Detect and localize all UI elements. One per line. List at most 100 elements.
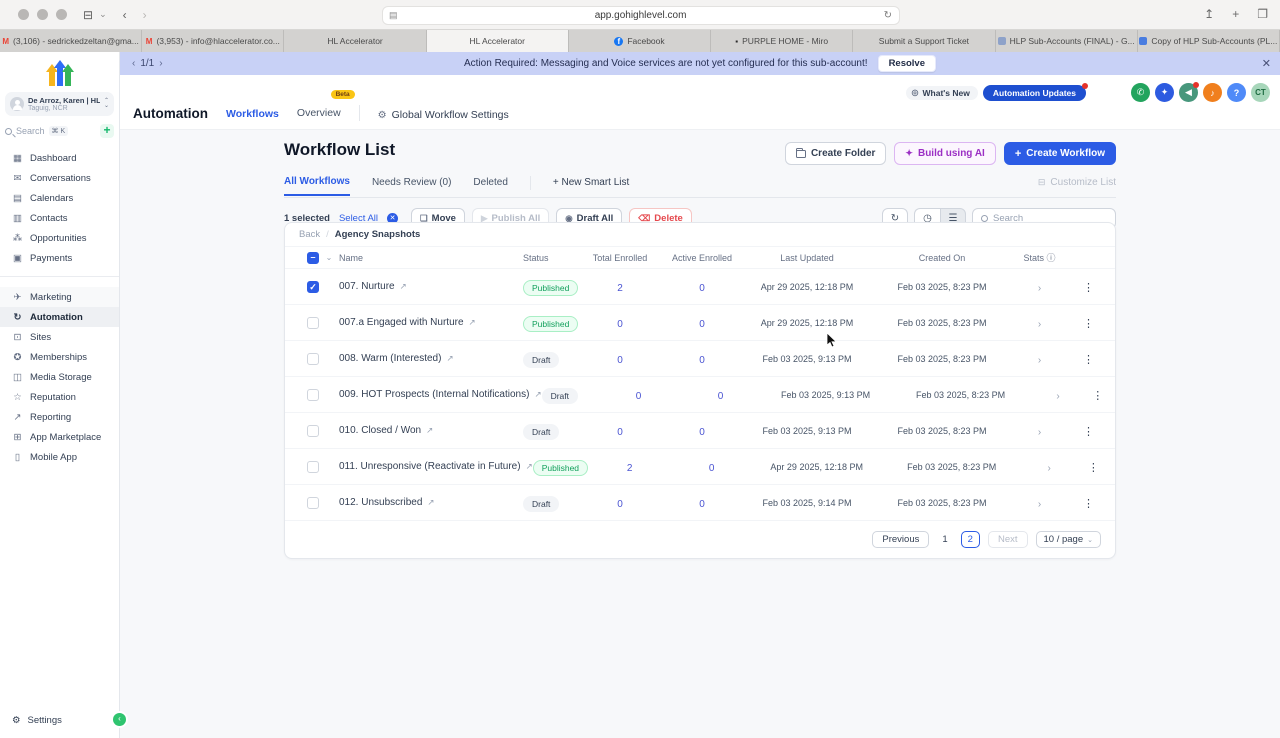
column-stats[interactable]: Stats ⓘ xyxy=(1017,251,1062,264)
stats-expand-icon[interactable]: › xyxy=(1038,427,1041,438)
column-active-enrolled[interactable]: Active Enrolled xyxy=(657,253,747,263)
row-menu-icon[interactable]: ⋮ xyxy=(1083,318,1094,330)
sidebar-item-reputation[interactable]: ☆ Reputation xyxy=(0,387,119,407)
page-size-select[interactable]: 10 / page ⌄ xyxy=(1035,531,1101,548)
stats-expand-icon[interactable]: › xyxy=(1038,319,1041,330)
sidebar-collapse-button[interactable]: ‹ xyxy=(113,713,126,726)
external-link-icon[interactable]: ↗ xyxy=(469,317,476,328)
active-enrolled-link[interactable]: 0 xyxy=(718,391,724,402)
row-checkbox[interactable]: ✓ xyxy=(307,280,319,293)
page-1-button[interactable]: 1 xyxy=(937,532,952,547)
total-enrolled-link[interactable]: 0 xyxy=(617,355,623,366)
column-status[interactable]: Status xyxy=(523,253,583,263)
browser-tab[interactable]: Copy of HLP Sub-Accounts (PL... xyxy=(1137,30,1280,52)
create-workflow-button[interactable]: + Create Workflow xyxy=(1003,142,1116,165)
stats-expand-icon[interactable]: › xyxy=(1038,283,1041,294)
notifications-button[interactable]: ♪ xyxy=(1203,83,1222,102)
back-icon[interactable]: ‹ xyxy=(123,8,127,22)
column-created-on[interactable]: Created On xyxy=(867,253,1017,263)
sidebar-item-conversations[interactable]: ✉ Conversations xyxy=(0,168,119,188)
table-row[interactable]: 010. Closed / Won ↗ Draft 0 0 Feb 03 2025… xyxy=(285,413,1115,449)
workflow-name[interactable]: 010. Closed / Won xyxy=(339,425,421,436)
external-link-icon[interactable]: ↗ xyxy=(400,281,407,292)
sidebar-item-automation[interactable]: ↻ Automation xyxy=(0,307,119,327)
workflow-name[interactable]: 008. Warm (Interested) xyxy=(339,353,441,364)
row-menu-icon[interactable]: ⋮ xyxy=(1083,498,1094,510)
row-checkbox[interactable] xyxy=(307,316,319,329)
table-row[interactable]: ✓ 007. Nurture ↗ Published 2 0 Apr 29 202… xyxy=(285,269,1115,305)
create-folder-button[interactable]: Create Folder xyxy=(784,142,887,165)
external-link-icon[interactable]: ↗ xyxy=(446,353,453,364)
help-button[interactable]: ? xyxy=(1227,83,1246,102)
page-2-button[interactable]: 2 xyxy=(960,531,980,548)
sidebar-item-calendars[interactable]: ▤ Calendars xyxy=(0,188,119,208)
new-tab-icon[interactable]: + xyxy=(1232,7,1239,21)
row-menu-icon[interactable]: ⋮ xyxy=(1088,462,1099,474)
row-checkbox[interactable] xyxy=(307,496,319,509)
refresh-icon[interactable]: ↻ xyxy=(884,10,892,21)
tab-overview-icon[interactable]: ❐ xyxy=(1257,7,1268,21)
shortcuts-button[interactable]: ✦ xyxy=(1155,83,1174,102)
browser-tab[interactable]: M (3,106) - sedrickedzeltan@gma... xyxy=(0,30,143,52)
row-checkbox[interactable] xyxy=(307,460,319,473)
sidebar-item-reporting[interactable]: ↗ Reporting xyxy=(0,407,119,427)
row-menu-icon[interactable]: ⋮ xyxy=(1083,282,1094,294)
chevron-down-icon[interactable]: ⌄ xyxy=(319,253,339,262)
external-link-icon[interactable]: ↗ xyxy=(534,389,541,400)
share-icon[interactable]: ↥ xyxy=(1204,7,1214,21)
sidebar-item-app-marketplace[interactable]: ⊞ App Marketplace xyxy=(0,427,119,447)
sidebar-search[interactable]: Search ⌘ K xyxy=(5,126,96,136)
browser-tab[interactable]: ▪ PURPLE HOME - Miro xyxy=(711,30,854,52)
previous-page-button[interactable]: Previous xyxy=(872,531,930,548)
window-controls[interactable] xyxy=(18,9,67,20)
forward-icon[interactable]: › xyxy=(143,8,147,22)
total-enrolled-link[interactable]: 0 xyxy=(617,499,623,510)
active-enrolled-link[interactable]: 0 xyxy=(699,283,705,294)
total-enrolled-link[interactable]: 2 xyxy=(627,463,633,474)
zoom-window-icon[interactable] xyxy=(56,9,67,20)
sidebar-item-opportunities[interactable]: ⁂ Opportunities xyxy=(0,228,119,248)
stats-expand-icon[interactable]: › xyxy=(1048,463,1051,474)
row-checkbox[interactable] xyxy=(307,424,319,437)
sidebar-item-contacts[interactable]: ▥ Contacts xyxy=(0,208,119,228)
table-row[interactable]: 008. Warm (Interested) ↗ Draft 0 0 Feb 03… xyxy=(285,341,1115,377)
new-smart-list-button[interactable]: + New Smart List xyxy=(553,177,629,195)
chevron-down-icon[interactable]: ⌄ xyxy=(99,9,107,20)
external-link-icon[interactable]: ↗ xyxy=(426,425,433,436)
browser-tab[interactable]: HL Accelerator xyxy=(284,30,427,52)
column-total-enrolled[interactable]: Total Enrolled xyxy=(583,253,657,263)
external-link-icon[interactable]: ↗ xyxy=(427,497,434,508)
row-checkbox[interactable] xyxy=(307,388,319,401)
sidebar-item-mobile-app[interactable]: ▯ Mobile App xyxy=(0,447,119,467)
workflow-name[interactable]: 007. Nurture xyxy=(339,281,395,292)
workflow-name[interactable]: 009. HOT Prospects (Internal Notificatio… xyxy=(339,389,529,400)
workflow-name[interactable]: 007.a Engaged with Nurture xyxy=(339,317,464,328)
build-using-ai-button[interactable]: ✦ Build using AI xyxy=(894,142,996,165)
sidebar-item-dashboard[interactable]: ▦ Dashboard xyxy=(0,148,119,168)
active-enrolled-link[interactable]: 0 xyxy=(699,319,705,330)
global-workflow-settings-link[interactable]: ⚙ Global Workflow Settings xyxy=(378,109,509,121)
tab-all-workflows[interactable]: All Workflows xyxy=(284,176,350,196)
active-enrolled-link[interactable]: 0 xyxy=(699,499,705,510)
sidebar-item-settings[interactable]: ⚙ Settings xyxy=(0,711,119,730)
total-enrolled-link[interactable]: 0 xyxy=(636,391,642,402)
quick-add-button[interactable]: + xyxy=(100,124,114,138)
browser-tab[interactable]: M (3,953) - info@hlaccelerator.co... xyxy=(142,30,285,52)
row-checkbox[interactable] xyxy=(307,352,319,365)
banner-close-icon[interactable]: ✕ xyxy=(1262,57,1271,70)
sidebar-item-memberships[interactable]: ✪ Memberships xyxy=(0,347,119,367)
workflow-name[interactable]: 011. Unresponsive (Reactivate in Future) xyxy=(339,461,521,472)
sidebar-toggle-icon[interactable]: ⊟ xyxy=(83,8,93,22)
active-enrolled-link[interactable]: 0 xyxy=(699,427,705,438)
external-link-icon[interactable]: ↗ xyxy=(526,461,533,472)
sidebar-item-media-storage[interactable]: ◫ Media Storage xyxy=(0,367,119,387)
total-enrolled-link[interactable]: 0 xyxy=(617,319,623,330)
page-format-icon[interactable]: ▤ xyxy=(389,10,398,21)
sidebar-item-marketing[interactable]: ✈ Marketing xyxy=(0,287,119,307)
minimize-window-icon[interactable] xyxy=(37,9,48,20)
chevron-updown-icon[interactable]: ⌃ ⌄ xyxy=(104,98,109,109)
tab-workflows[interactable]: Workflows xyxy=(226,108,279,121)
total-enrolled-link[interactable]: 0 xyxy=(617,427,623,438)
announcements-button[interactable]: ◀ xyxy=(1179,82,1199,102)
breadcrumb-back[interactable]: Back xyxy=(299,229,320,240)
